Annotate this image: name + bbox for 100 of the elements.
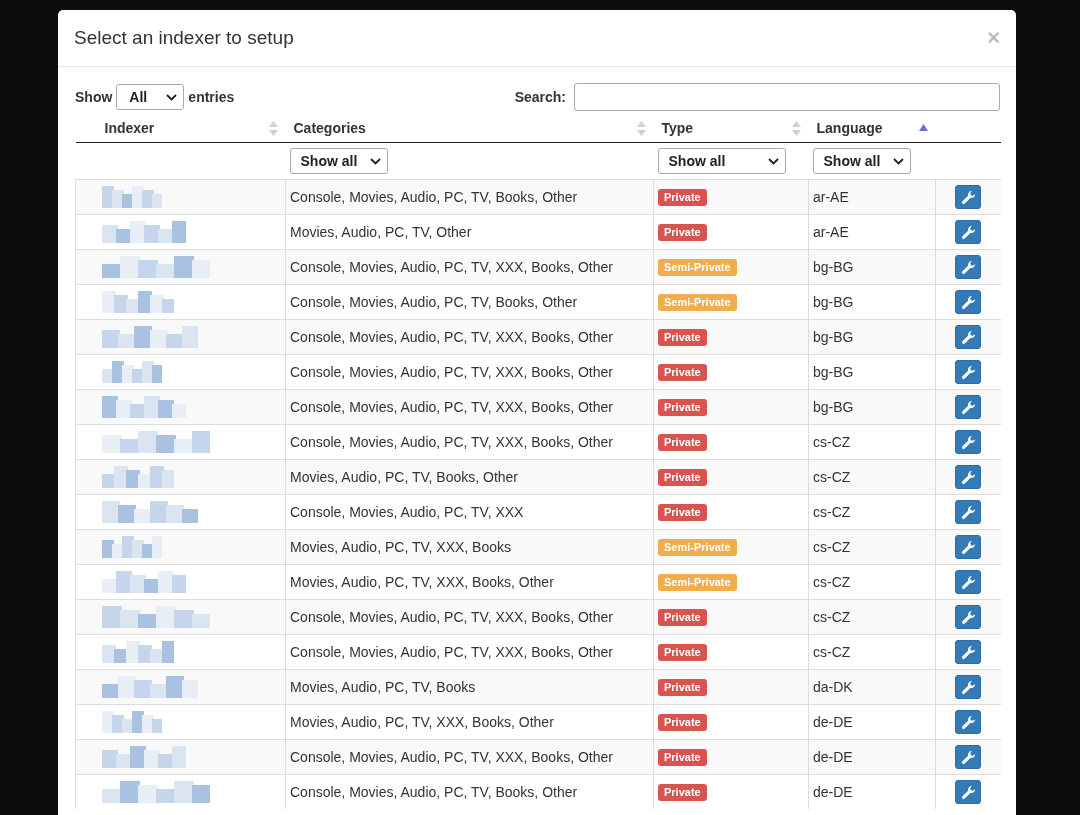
categories-cell: Console, Movies, Audio, PC, TV, XXX, Books, Other [290,399,613,415]
language-cell: de-DE [813,714,853,730]
type-badge: Private [658,504,707,521]
type-badge: Semi-Private [658,294,737,311]
categories-cell: Movies, Audio, PC, TV, XXX, Books [290,539,511,555]
type-badge: Private [658,749,707,766]
categories-cell: Console, Movies, Audio, PC, TV, XXX, Books, Other [290,749,613,765]
type-badge: Semi-Private [658,259,737,276]
wrench-icon [960,574,976,590]
language-cell: ar-AE [813,189,849,205]
language-cell: cs-CZ [813,644,851,660]
wrench-icon [960,539,976,555]
type-badge: Semi-Private [658,574,737,591]
categories-cell: Console, Movies, Audio, PC, TV, Books, Other [290,784,578,800]
type-badge: Private [658,364,707,381]
column-header[interactable]: Categories [293,120,366,136]
setup-button[interactable] [955,255,982,279]
categories-cell: Console, Movies, Audio, PC, TV, XXX, Books, Other [290,364,613,380]
show-label: Show [75,89,113,105]
setup-button[interactable] [955,465,982,489]
categories-cell: Console, Movies, Audio, PC, TV, XXX, Books, Other [290,434,613,450]
wrench-icon [960,189,976,205]
language-cell: da-DK [813,679,853,695]
type-badge: Private [658,644,707,661]
categories-cell: Console, Movies, Audio, PC, TV, XXX, Books, Other [290,609,613,625]
setup-button[interactable] [955,710,982,734]
categories-cell: Movies, Audio, PC, TV, Books, Other [290,469,518,485]
entries-label: entries [188,89,235,105]
setup-button[interactable] [955,640,982,664]
setup-button[interactable] [955,535,982,559]
setup-button[interactable] [955,360,982,384]
categories-cell: Console, Movies, Audio, PC, TV, XXX, Books, Other [290,644,613,660]
setup-button[interactable] [955,395,982,419]
setup-button[interactable] [955,500,982,524]
setup-button[interactable] [955,780,982,804]
setup-button[interactable] [955,430,982,454]
categories-cell: Console, Movies, Audio, PC, TV, XXX, Books, Other [290,259,613,275]
search-field[interactable] [574,83,1000,111]
setup-button[interactable] [955,185,982,209]
search-label: Search: [514,89,566,105]
type-badge: Private [658,714,707,731]
categories-cell: Console, Movies, Audio, PC, TV, XXX, Books, Other [290,329,613,345]
filter-select[interactable]: Show all [812,148,911,174]
wrench-icon [960,504,976,520]
chevron-icon [892,157,904,165]
categories-cell: Movies, Audio, PC, TV, XXX, Books, Other [290,574,554,590]
wrench-icon [960,749,976,765]
type-badge: Private [658,679,707,696]
language-cell: bg-BG [813,259,854,275]
language-cell: bg-BG [813,294,854,310]
wrench-icon [960,329,976,345]
categories-cell: Console, Movies, Audio, PC, TV, Books, Other [290,294,578,310]
type-badge: Semi-Private [658,539,737,556]
setup-button[interactable] [955,220,982,244]
setup-button[interactable] [955,290,982,314]
language-cell: cs-CZ [813,434,851,450]
column-header[interactable]: Language [816,120,883,136]
wrench-icon [960,644,976,660]
wrench-icon [960,294,976,310]
wrench-icon [960,224,976,240]
language-cell: cs-CZ [813,469,851,485]
wrench-icon [960,784,976,800]
wrench-icon [960,364,976,380]
type-badge: Private [658,224,707,241]
setup-button[interactable] [955,325,982,349]
type-badge: Private [658,189,707,206]
language-cell: de-DE [813,784,853,800]
type-badge: Private [658,399,707,416]
setup-button[interactable] [955,675,982,699]
language-cell: cs-CZ [813,504,851,520]
type-badge: Private [658,609,707,626]
column-header[interactable]: Indexer [104,120,155,136]
chevron-icon [767,157,779,165]
wrench-icon [960,609,976,625]
filter-select[interactable]: Show all [289,148,388,174]
wrench-icon [960,469,976,485]
categories-cell: Movies, Audio, PC, TV, Other [290,224,472,240]
modal-title: Select an indexer to setup [74,27,294,49]
categories-cell: Movies, Audio, PC, TV, Books [290,679,476,695]
wrench-icon [960,399,976,415]
wrench-icon [960,434,976,450]
setup-button[interactable] [955,605,982,629]
categories-cell: Console, Movies, Audio, PC, TV, XXX [290,504,524,520]
filter-select[interactable]: Show all [657,148,786,174]
wrench-icon [960,679,976,695]
setup-button[interactable] [955,570,982,594]
categories-cell: Console, Movies, Audio, PC, TV, Books, Other [290,189,578,205]
type-badge: Private [658,434,707,451]
entries-select[interactable]: All [116,84,185,110]
wrench-icon [960,714,976,730]
wrench-icon [960,259,976,275]
column-header[interactable]: Type [661,120,694,136]
type-badge: Private [658,329,707,346]
language-cell: cs-CZ [813,609,851,625]
language-cell: ar-AE [813,224,849,240]
type-badge: Private [658,784,707,801]
chevron-icon [166,93,178,101]
language-cell: bg-BG [813,364,854,380]
setup-button[interactable] [955,745,982,769]
chevron-icon [369,157,381,165]
